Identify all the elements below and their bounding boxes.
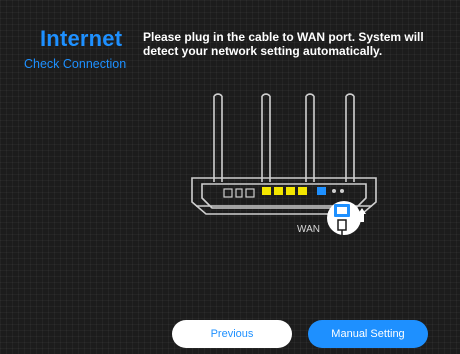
wan-port: [317, 187, 326, 195]
page-subtitle: Check Connection: [24, 57, 127, 71]
router-illustration: [191, 93, 377, 236]
previous-button[interactable]: Previous: [172, 320, 292, 348]
manual-setting-button[interactable]: Manual Setting: [308, 320, 428, 348]
status-dots: [332, 189, 344, 193]
page-title: Internet: [40, 26, 123, 51]
wan-label: WAN: [297, 224, 320, 235]
ethernet-cable-icon: [327, 201, 361, 236]
lan-ports: [262, 187, 307, 195]
instruction-text: Please plug in the cable to WAN port. Sy…: [143, 30, 424, 58]
antenna-icon: [213, 93, 355, 182]
rear-ports: [223, 188, 255, 198]
